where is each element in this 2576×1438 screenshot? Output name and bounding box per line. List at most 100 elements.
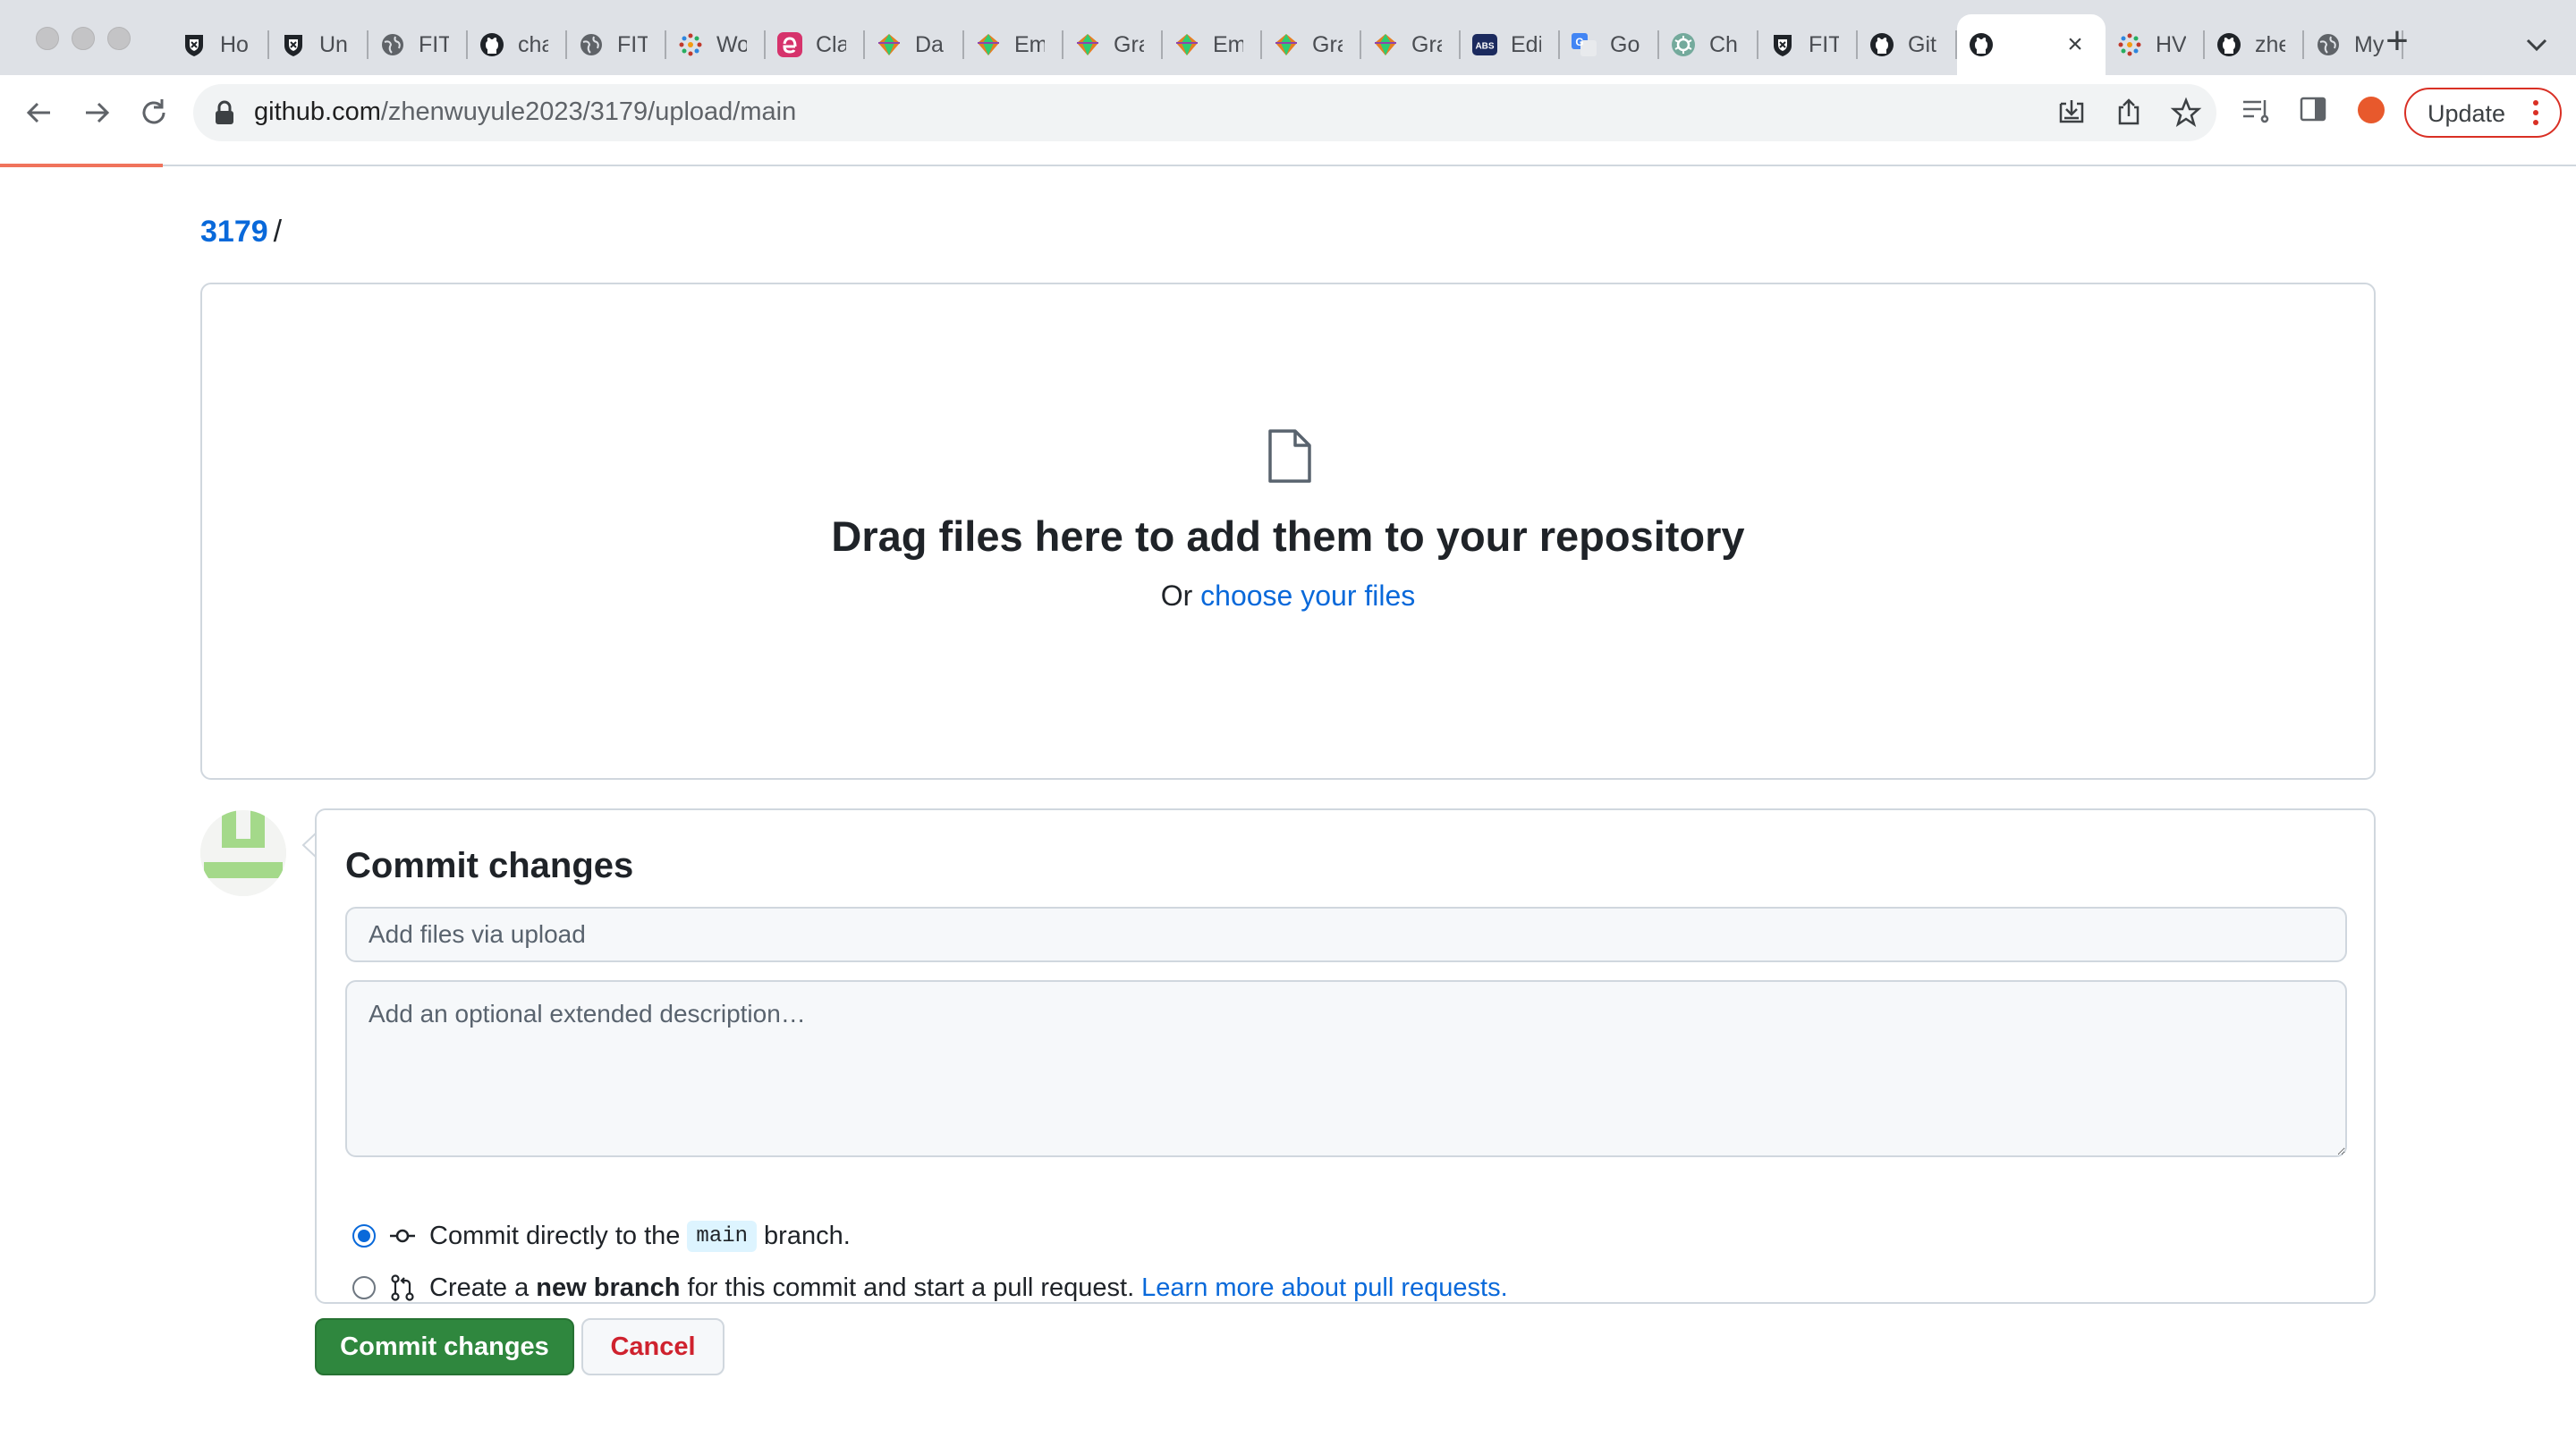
e-favicon-icon [776, 31, 803, 58]
install-app-icon[interactable] [2055, 97, 2088, 129]
globe-icon [379, 31, 406, 58]
tab[interactable]: HV [2106, 14, 2205, 75]
tab-title: FIT [617, 31, 648, 57]
commit-summary-input[interactable] [345, 907, 2347, 962]
tab-title: Go [1610, 31, 1640, 57]
browser-toolbar: github.com/zhenwuyule2023/3179/upload/ma… [0, 75, 2576, 150]
dots-favicon-icon [677, 31, 704, 58]
reload-icon[interactable] [134, 93, 174, 132]
tab[interactable]: G Go [1560, 14, 1659, 75]
profile-avatar[interactable] [2358, 97, 2385, 123]
commit-direct-radio[interactable] [352, 1224, 376, 1248]
svg-text:ABS: ABS [1475, 42, 1494, 52]
new-tab-button[interactable]: + [2379, 21, 2415, 61]
tab-list: Ho Un FIT cha FIT Wo Cla Da Em Gra Em Gra Gra ABS Edi G… [170, 14, 2403, 75]
update-button[interactable]: Update [2404, 88, 2562, 138]
back-arrow-icon[interactable] [20, 93, 59, 132]
diamond-favicon-icon [1174, 31, 1200, 58]
learn-more-pull-requests-link[interactable]: Learn more about pull requests. [1141, 1273, 1507, 1303]
drop-zone-title: Drag files here to add them to your repo… [831, 512, 1745, 560]
lock-icon[interactable] [215, 100, 234, 125]
window-close-button[interactable] [36, 27, 59, 50]
github-icon [1968, 31, 1995, 58]
shield-favicon-icon [280, 31, 307, 58]
tab[interactable]: Ho [170, 14, 269, 75]
tab-title: FIT [1809, 31, 1839, 57]
tab[interactable]: Gra [1361, 14, 1461, 75]
bookmark-star-icon[interactable] [2170, 97, 2202, 129]
tab[interactable]: Gra [1262, 14, 1361, 75]
window-minimize-button[interactable] [72, 27, 95, 50]
browser-chrome: Ho Un FIT cha FIT Wo Cla Da Em Gra Em Gra Gra ABS Edi G… [0, 0, 2576, 167]
url-path: /zhenwuyule2023/3179/upload/main [380, 97, 797, 126]
tab[interactable]: Em [964, 14, 1063, 75]
translate-favicon-icon: G [1571, 31, 1597, 58]
address-bar[interactable]: github.com/zhenwuyule2023/3179/upload/ma… [193, 84, 2216, 141]
tab-title: Da [915, 31, 944, 57]
commit-heading: Commit changes [345, 846, 634, 885]
window-zoom-button[interactable] [107, 27, 131, 50]
tab-title: Git [1908, 31, 1936, 57]
drop-zone-or: Or [1160, 579, 1193, 612]
svg-text:G: G [1575, 36, 1583, 48]
breadcrumb-repo-link[interactable]: 3179 [200, 215, 268, 249]
diamond-favicon-icon [876, 31, 902, 58]
branch-name-badge: main [687, 1220, 758, 1252]
tab[interactable]: Cla [766, 14, 865, 75]
tab[interactable]: zhe [2205, 14, 2304, 75]
tab[interactable]: FIT [1758, 14, 1858, 75]
new-branch-prefix: Create a [429, 1273, 530, 1302]
choose-files-link[interactable]: choose your files [1200, 579, 1415, 612]
tab-title: Gra [1411, 31, 1442, 57]
url-host: github.com [254, 97, 381, 126]
commit-description-input[interactable] [345, 980, 2347, 1157]
share-icon[interactable] [2113, 97, 2145, 129]
reading-list-icon[interactable] [2240, 93, 2272, 125]
openai-favicon-icon [1670, 31, 1697, 58]
commit-direct-prefix: Commit directly to the [429, 1221, 681, 1250]
cancel-button[interactable]: Cancel [581, 1318, 724, 1375]
tab[interactable]: ABS Edi [1461, 14, 1560, 75]
tab-close-icon[interactable]: × [2061, 30, 2089, 59]
tab-strip: Ho Un FIT cha FIT Wo Cla Da Em Gra Em Gra Gra ABS Edi G… [0, 0, 2576, 75]
tab[interactable]: Un [269, 14, 369, 75]
forward-arrow-icon[interactable] [77, 93, 116, 132]
tab-title: Em [1014, 31, 1045, 57]
tab-title: Gra [1312, 31, 1343, 57]
tab-title: Gra [1114, 31, 1144, 57]
shield-favicon-icon [1769, 31, 1796, 58]
tab[interactable]: Em [1163, 14, 1262, 75]
github-icon [1868, 31, 1895, 58]
tab[interactable]: Da [865, 14, 964, 75]
tab-title: Em [1213, 31, 1243, 57]
abs-favicon-icon: ABS [1471, 31, 1498, 58]
new-branch-radio[interactable] [352, 1276, 376, 1299]
tab[interactable]: FIT [567, 14, 666, 75]
new-branch-option[interactable]: Create a new branch for this commit and … [352, 1270, 1508, 1306]
url-text[interactable]: github.com/zhenwuyule2023/3179/upload/ma… [254, 97, 796, 127]
tab[interactable]: Ch [1659, 14, 1758, 75]
chevron-down-icon[interactable] [2519, 27, 2555, 63]
new-branch-strong: new branch [536, 1273, 681, 1302]
tab-title: zhe [2255, 31, 2285, 57]
tab-title: Edi [1511, 31, 1541, 57]
github-icon [2216, 31, 2242, 58]
tab[interactable]: Wo [666, 14, 766, 75]
tab[interactable]: Gra [1063, 14, 1163, 75]
tab-active[interactable]: × [1957, 14, 2106, 75]
tab-title: Cla [816, 31, 846, 57]
tab[interactable]: Git [1858, 14, 1957, 75]
new-branch-suffix: for this commit and start a pull request… [687, 1273, 1135, 1302]
tab[interactable]: cha [468, 14, 567, 75]
user-avatar[interactable] [200, 810, 286, 896]
commit-direct-option[interactable]: Commit directly to the main branch. [352, 1218, 851, 1254]
commit-changes-button[interactable]: Commit changes [315, 1318, 574, 1375]
tab-title: cha [518, 31, 548, 57]
file-drop-zone[interactable]: Drag files here to add them to your repo… [200, 283, 2376, 780]
side-panel-icon[interactable] [2297, 93, 2329, 125]
globe-icon [2315, 31, 2342, 58]
file-icon [1268, 429, 1311, 483]
tab-title: Wo [716, 31, 747, 57]
tab[interactable]: FIT [369, 14, 468, 75]
tab-title: Ho [220, 31, 249, 57]
